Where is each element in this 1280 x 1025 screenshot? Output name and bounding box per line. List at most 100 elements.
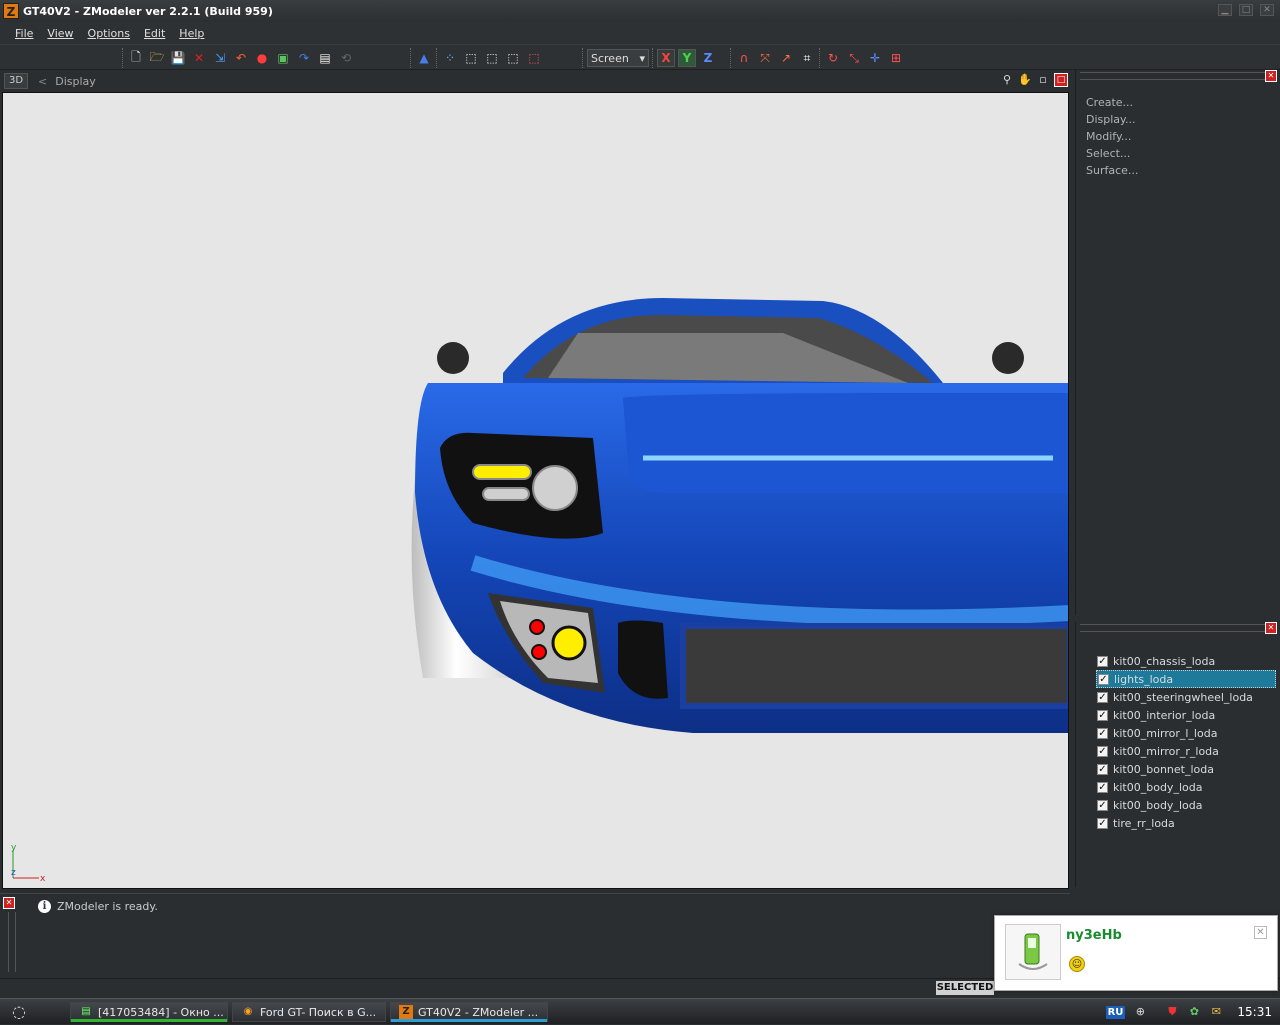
viewport-header: 3D < Display ⚲ ✋ ▫ □: [0, 70, 1072, 92]
menu-view[interactable]: View: [40, 27, 80, 40]
start-button[interactable]: ◌: [6, 1002, 32, 1022]
cube-top-icon[interactable]: ⬚: [504, 49, 522, 67]
visibility-checkbox[interactable]: ✓: [1097, 817, 1108, 829]
object-row[interactable]: ✓ kit00_mirror_l_loda: [1096, 724, 1276, 742]
object-row[interactable]: ✓ kit00_chassis_loda: [1096, 652, 1276, 670]
headlight-white: [482, 487, 530, 501]
close-button[interactable]: ✕: [1260, 4, 1274, 16]
command-display[interactable]: Display...: [1076, 111, 1280, 128]
task-zmodeler[interactable]: Z GT40V2 - ZModeler ...: [390, 1002, 548, 1022]
magnet-icon[interactable]: ∩: [735, 49, 753, 67]
visibility-checkbox[interactable]: ✓: [1097, 781, 1108, 793]
visibility-checkbox[interactable]: ✓: [1097, 763, 1108, 775]
rotate-icon[interactable]: ↻: [824, 49, 842, 67]
link-icon[interactable]: ⟲: [337, 49, 355, 67]
icq-flower-icon[interactable]: ✿: [1187, 1005, 1201, 1019]
object-row[interactable]: ✓ tire_rr_loda: [1096, 814, 1276, 832]
delete-icon[interactable]: ✕: [190, 49, 208, 67]
zmodeler-logo-icon: Z: [3, 3, 19, 19]
navigate-icon[interactable]: ▲: [415, 49, 433, 67]
task-label: [417053484] - Окно ...: [98, 1005, 224, 1019]
panel-close-icon[interactable]: ✕: [1265, 70, 1277, 82]
axis-x-toggle[interactable]: X: [657, 49, 675, 67]
object-row[interactable]: ✓ kit00_steeringwheel_loda: [1096, 688, 1276, 706]
visibility-checkbox[interactable]: ✓: [1097, 655, 1108, 667]
cube-side-icon[interactable]: ⬚: [483, 49, 501, 67]
axis-y-toggle[interactable]: Y: [678, 49, 696, 67]
menu-options[interactable]: Options: [81, 27, 137, 40]
security-shield-icon[interactable]: ⛊: [1165, 1005, 1179, 1019]
panel-grip[interactable]: [1080, 72, 1276, 80]
chat-notification[interactable]: ny3eHb ☺ ✕: [994, 915, 1278, 991]
object-row[interactable]: ✓ kit00_body_loda: [1096, 778, 1276, 796]
toolbar-separator: [410, 48, 412, 68]
material-icon[interactable]: ●: [253, 49, 271, 67]
cube-red-icon[interactable]: ⬚: [525, 49, 543, 67]
panel-grip[interactable]: [1080, 624, 1276, 632]
back-button[interactable]: <: [38, 75, 47, 88]
move-icon[interactable]: ↗: [777, 49, 795, 67]
new-file-icon[interactable]: 🗋: [127, 49, 145, 67]
window-controls: ▁ □ ✕: [1218, 4, 1274, 16]
coordinate-space-select[interactable]: Screen ▾: [587, 49, 649, 67]
select-icon[interactable]: ⤧: [756, 49, 774, 67]
open-file-icon[interactable]: 🗁: [148, 49, 166, 67]
document-icon[interactable]: ▤: [316, 49, 334, 67]
chevron-down-icon: ▾: [639, 51, 645, 65]
redo-icon[interactable]: ↷: [295, 49, 313, 67]
maximize-button[interactable]: □: [1239, 4, 1253, 16]
cube-front-icon[interactable]: ⬚: [462, 49, 480, 67]
restore-view-icon[interactable]: ▫: [1036, 73, 1050, 87]
info-icon: i: [38, 900, 51, 913]
panel-close-icon[interactable]: ✕: [1265, 622, 1277, 634]
command-modify[interactable]: Modify...: [1076, 128, 1280, 145]
toolbar-separator: [819, 48, 821, 68]
object-row[interactable]: ✓ kit00_mirror_r_loda: [1096, 742, 1276, 760]
save-icon[interactable]: 💾: [169, 49, 187, 67]
status-close-icon[interactable]: ✕: [3, 897, 15, 909]
task-icq-window[interactable]: ▤ [417053484] - Окно ...: [70, 1002, 228, 1022]
scale-icon[interactable]: ⤡: [845, 49, 863, 67]
object-row[interactable]: ✓ kit00_body_loda: [1096, 796, 1276, 814]
visibility-checkbox[interactable]: ✓: [1098, 673, 1109, 685]
visibility-checkbox[interactable]: ✓: [1097, 691, 1108, 703]
visibility-checkbox[interactable]: ✓: [1097, 727, 1108, 739]
view-mode-button[interactable]: 3D: [4, 73, 28, 89]
network-icon[interactable]: ⊕: [1133, 1005, 1147, 1019]
toolbar-separator: [436, 48, 438, 68]
menu-help[interactable]: Help: [172, 27, 211, 40]
hood-shape: [623, 393, 1068, 493]
axis-z-toggle[interactable]: Z: [699, 49, 717, 67]
grid-icon[interactable]: ⊞: [887, 49, 905, 67]
axis-icon[interactable]: ✛: [866, 49, 884, 67]
axis-gizmo: y z x: [11, 843, 51, 884]
graph-icon[interactable]: ⌗: [798, 49, 816, 67]
command-create[interactable]: Create...: [1076, 94, 1280, 111]
messages-icon[interactable]: ✉: [1209, 1005, 1223, 1019]
command-select[interactable]: Select...: [1076, 145, 1280, 162]
zoom-icon[interactable]: ⚲: [1000, 73, 1014, 87]
visibility-checkbox[interactable]: ✓: [1097, 799, 1108, 811]
visibility-checkbox[interactable]: ✓: [1097, 745, 1108, 757]
menu-edit[interactable]: Edit: [137, 27, 172, 40]
object-row[interactable]: ✓ lights_loda: [1096, 670, 1276, 688]
notification-close-icon[interactable]: ✕: [1254, 926, 1267, 939]
undo-icon[interactable]: ↶: [232, 49, 250, 67]
pan-hand-icon[interactable]: ✋: [1018, 73, 1032, 87]
task-browser[interactable]: ◉ Ford GT- Поиск в G...: [232, 1002, 386, 1022]
3d-viewport[interactable]: y z x: [2, 92, 1069, 889]
import-icon[interactable]: ⇲: [211, 49, 229, 67]
minimize-button[interactable]: ▁: [1218, 4, 1232, 16]
object-label: kit00_mirror_l_loda: [1113, 726, 1218, 740]
object-row[interactable]: ✓ kit00_interior_loda: [1096, 706, 1276, 724]
object-row[interactable]: ✓ kit00_bonnet_loda: [1096, 760, 1276, 778]
command-surface[interactable]: Surface...: [1076, 162, 1280, 179]
title-bar: Z GT40V2 - ZModeler ver 2.2.1 (Build 959…: [0, 0, 1280, 22]
vertex-mode-icon[interactable]: ⁘: [441, 49, 459, 67]
menu-file[interactable]: File: [8, 27, 40, 40]
texture-icon[interactable]: ▣: [274, 49, 292, 67]
language-indicator[interactable]: RU: [1105, 1005, 1126, 1019]
viewport-close-icon[interactable]: □: [1054, 73, 1068, 87]
axis-z-label: z: [11, 868, 16, 878]
visibility-checkbox[interactable]: ✓: [1097, 709, 1108, 721]
